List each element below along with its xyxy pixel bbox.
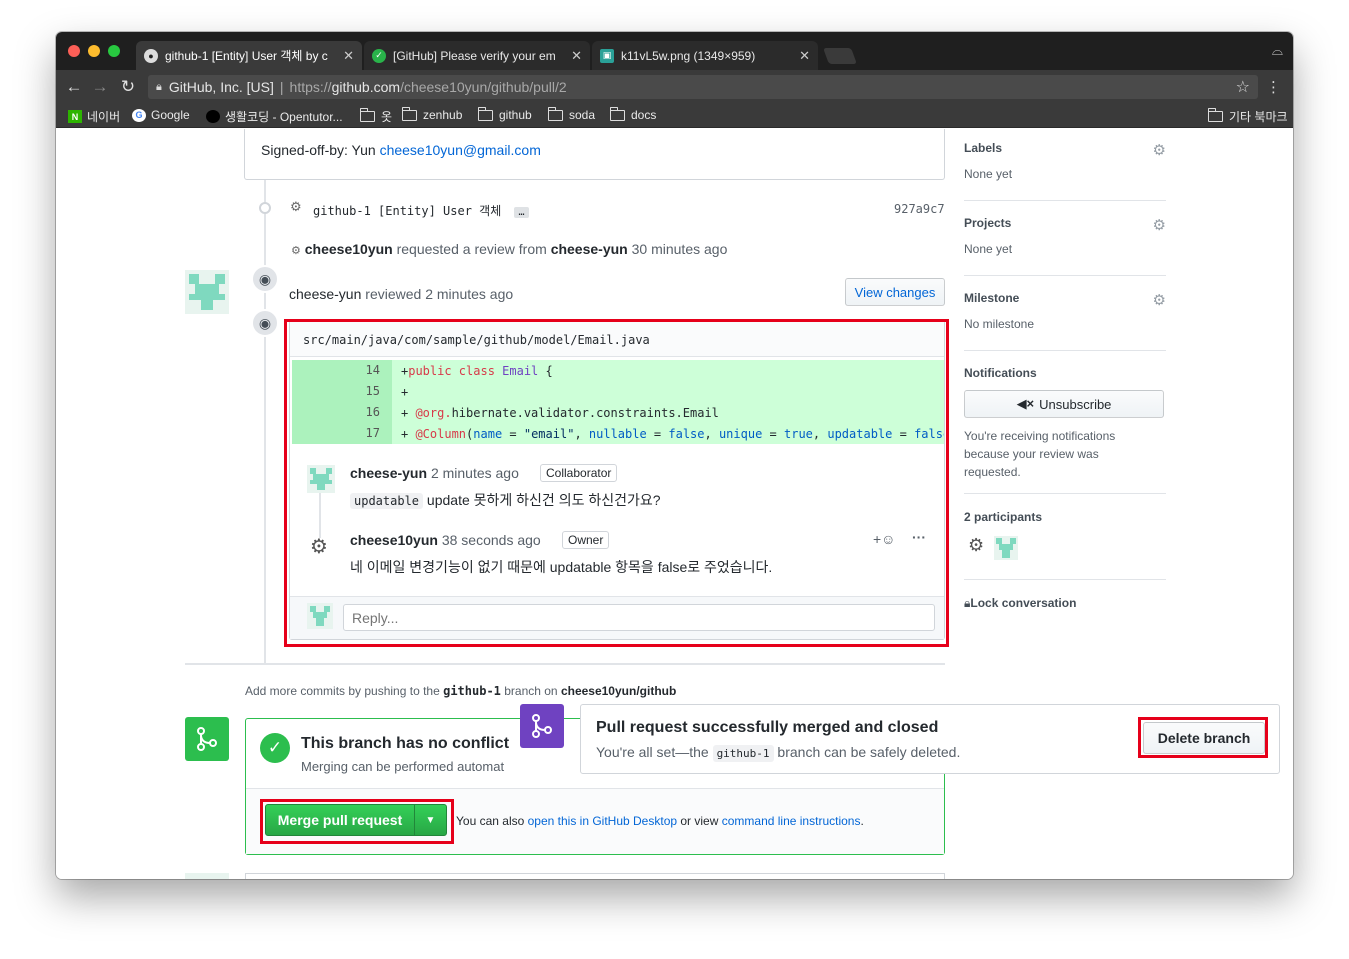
- inbox-icon: ✓: [372, 48, 386, 63]
- sidebar-labels: Labels ⚙ None yet: [964, 141, 1166, 201]
- avatar-cheese10yun-small: ⚙: [290, 199, 302, 214]
- naver-icon: N: [68, 110, 82, 123]
- gear-icon[interactable]: ⚙: [1153, 216, 1166, 234]
- add-more-commits-note: Add more commits by pushing to the githu…: [245, 684, 677, 698]
- merged-title: Pull request successfully merged and clo…: [596, 719, 939, 736]
- no-conflict-subtitle: Merging can be performed automat: [301, 759, 505, 774]
- back-icon[interactable]: ←: [64, 77, 84, 97]
- annotation-merge-highlight: [260, 799, 454, 844]
- command-line-link[interactable]: command line instructions: [722, 814, 861, 828]
- reviewed-event: cheese-yun reviewed 2 minutes ago: [289, 286, 514, 302]
- browser-toolbar: ← → ↻ 🔒︎ GitHub, Inc. [US] | https:// gi…: [56, 70, 1293, 104]
- annotation-delete-highlight: [1138, 717, 1268, 758]
- menu-icon[interactable]: ⋮: [1266, 78, 1281, 96]
- eye-icon: ◉: [251, 309, 279, 337]
- check-circle-icon: ✓: [260, 733, 290, 763]
- close-icon[interactable]: ✕: [799, 48, 810, 64]
- lock-conversation-link[interactable]: 🔒︎Lock conversation: [964, 596, 1076, 611]
- gear-icon[interactable]: ⚙: [1153, 291, 1166, 309]
- bookmark-google[interactable]: G Google: [132, 108, 190, 122]
- forward-icon[interactable]: →: [90, 77, 110, 97]
- folder-icon: [478, 106, 493, 121]
- lock-icon: 🔒︎: [156, 80, 162, 93]
- bookmark-folder-soda[interactable]: soda: [548, 106, 595, 122]
- browser-window: ● github-1 [Entity] User 객체 by c ✕ ✓ [Gi…: [56, 32, 1293, 879]
- folder-icon: [360, 108, 375, 122]
- bookmark-naver[interactable]: N 네이버: [68, 108, 120, 125]
- annotation-review-highlight: [284, 319, 949, 647]
- bookmarks-bar: N 네이버 G Google 생활코딩 - Opentutor... 옷 zen…: [56, 104, 1293, 128]
- tab-strip: ● github-1 [Entity] User 객체 by c ✕ ✓ [Gi…: [56, 32, 1293, 70]
- bookmark-folder-clothes[interactable]: 옷: [360, 108, 392, 125]
- git-merge-icon: [520, 704, 564, 748]
- google-icon: G: [132, 108, 146, 122]
- bookmark-opentutorials[interactable]: 생활코딩 - Opentutor...: [206, 108, 343, 125]
- unsubscribe-button[interactable]: ◀× Unsubscribe: [964, 390, 1164, 418]
- bookmark-folder-other[interactable]: 기타 북마크: [1208, 108, 1288, 125]
- opentutorials-icon: [206, 110, 220, 123]
- commit-message-link[interactable]: github-1 [Entity] User 객체 …: [313, 202, 529, 219]
- folder-icon: [548, 106, 563, 121]
- expand-commit-button[interactable]: …: [514, 207, 529, 218]
- open-desktop-link[interactable]: open this in GitHub Desktop: [528, 814, 677, 828]
- sidebar-participants: 2 participants ⚙: [964, 510, 1166, 580]
- bookmark-folder-github[interactable]: github: [478, 106, 532, 122]
- gear-icon[interactable]: ⚙: [1153, 141, 1166, 159]
- participant-avatar-cheese-yun[interactable]: [994, 536, 1018, 560]
- github-icon: ●: [144, 48, 158, 63]
- tab-verify-email[interactable]: ✓ [GitHub] Please verify your em ✕: [364, 41, 590, 70]
- folder-icon: [1208, 108, 1223, 122]
- bookmark-folder-zenhub[interactable]: zenhub: [402, 106, 462, 122]
- new-tab-button[interactable]: [823, 48, 857, 64]
- review-request-event: ⚙ cheese10yun requested a review from ch…: [291, 241, 728, 257]
- signed-off-email-link[interactable]: cheese10yun@gmail.com: [380, 142, 541, 158]
- no-conflict-title: This branch has no conflict: [301, 735, 510, 752]
- bookmark-folder-docs[interactable]: docs: [610, 106, 656, 122]
- mute-icon: ◀×: [1016, 396, 1035, 411]
- tab-image[interactable]: ▣ k11vL5w.png (1349×959) ✕: [592, 41, 818, 70]
- close-window-button[interactable]: [68, 45, 80, 57]
- tab-pull-request[interactable]: ● github-1 [Entity] User 객체 by c ✕: [136, 41, 362, 70]
- folder-icon: [610, 106, 625, 121]
- merged-subtitle: You're all set—the github-1 branch can b…: [596, 744, 961, 762]
- merge-alternatives-note: You can also open this in GitHub Desktop…: [456, 814, 864, 828]
- minimize-window-button[interactable]: [88, 45, 100, 57]
- sidebar-milestone: Milestone ⚙ No milestone: [964, 291, 1166, 351]
- commit-node-icon: [259, 202, 271, 214]
- view-changes-button[interactable]: View changes: [845, 278, 945, 306]
- participant-avatar-cheese10yun[interactable]: ⚙: [968, 535, 984, 556]
- bookmark-star-icon[interactable]: ☆: [1236, 77, 1250, 97]
- commit-message-box: Signed-off-by: Yun cheese10yun@gmail.com: [244, 129, 945, 180]
- incognito-icon: ⌓: [1271, 42, 1283, 58]
- address-bar[interactable]: 🔒︎ GitHub, Inc. [US] | https:// github.c…: [148, 75, 1258, 99]
- git-merge-icon: [185, 717, 229, 761]
- folder-icon: [402, 106, 417, 121]
- eye-icon: ◉: [251, 265, 279, 293]
- close-icon[interactable]: ✕: [571, 48, 582, 64]
- avatar-cheese10yun-tiny: ⚙: [291, 245, 301, 257]
- sidebar-projects: Projects ⚙ None yet: [964, 216, 1166, 276]
- zoom-window-button[interactable]: [108, 45, 120, 57]
- image-icon: ▣: [600, 48, 614, 63]
- commit-sha-link[interactable]: 927a9c7: [894, 202, 945, 216]
- sidebar-notifications: Notifications ◀× Unsubscribe You're recei…: [964, 366, 1166, 494]
- close-icon[interactable]: ✕: [343, 48, 354, 64]
- reload-icon[interactable]: ↻: [118, 77, 138, 97]
- github-pr-page: Signed-off-by: Yun cheese10yun@gmail.com…: [56, 129, 1293, 879]
- avatar-cheese-yun[interactable]: [185, 270, 229, 314]
